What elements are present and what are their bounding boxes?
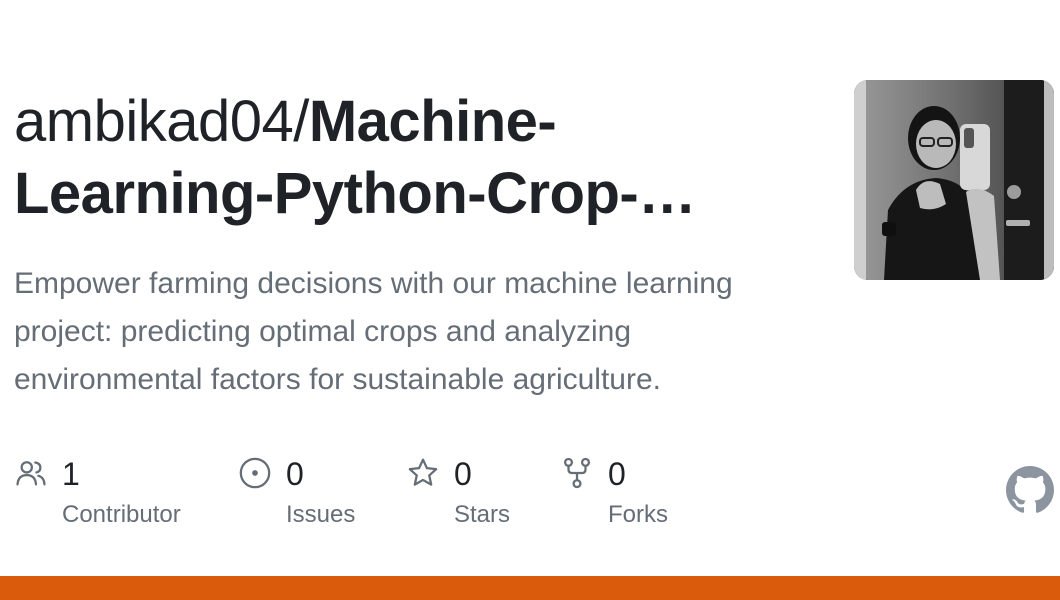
stat-issues-count: 0 [286, 456, 304, 492]
owner-avatar [854, 80, 1054, 280]
stat-stars-label: Stars [454, 501, 511, 528]
language-bar [0, 576, 1060, 600]
stat-issues: 0 Issues [238, 454, 388, 544]
repo-description: Empower farming decisions with our machi… [14, 267, 733, 396]
stat-stars-count: 0 [454, 456, 472, 492]
github-mark-icon [1006, 466, 1054, 513]
repo-forked-icon [563, 457, 591, 489]
stat-stars: 0 Stars [406, 454, 546, 544]
stat-contributors: 1 Contributor [14, 454, 214, 544]
repo-social-card: ambikad04/Machine-Learning-Python-Crop-…… [0, 0, 1060, 600]
stat-forks-label: Forks [608, 501, 668, 528]
stat-forks-count: 0 [608, 456, 626, 492]
people-icon [16, 461, 46, 486]
star-icon [408, 458, 438, 486]
issue-opened-icon [239, 457, 271, 489]
avatar-photo-illustration [854, 80, 1054, 280]
stat-forks: 0 Forks [560, 454, 730, 544]
stat-issues-label: Issues [286, 501, 356, 528]
stat-contributors-label: Contributor [62, 501, 181, 528]
repo-title: ambikad04/Machine-Learning-Python-Crop-… [14, 86, 814, 230]
stat-contributors-count: 1 [62, 456, 80, 492]
repo-stats: 1 Contributor 0 Issues 0 Stars 0 Forks [14, 454, 734, 544]
repo-owner: ambikad04/ [14, 89, 309, 154]
